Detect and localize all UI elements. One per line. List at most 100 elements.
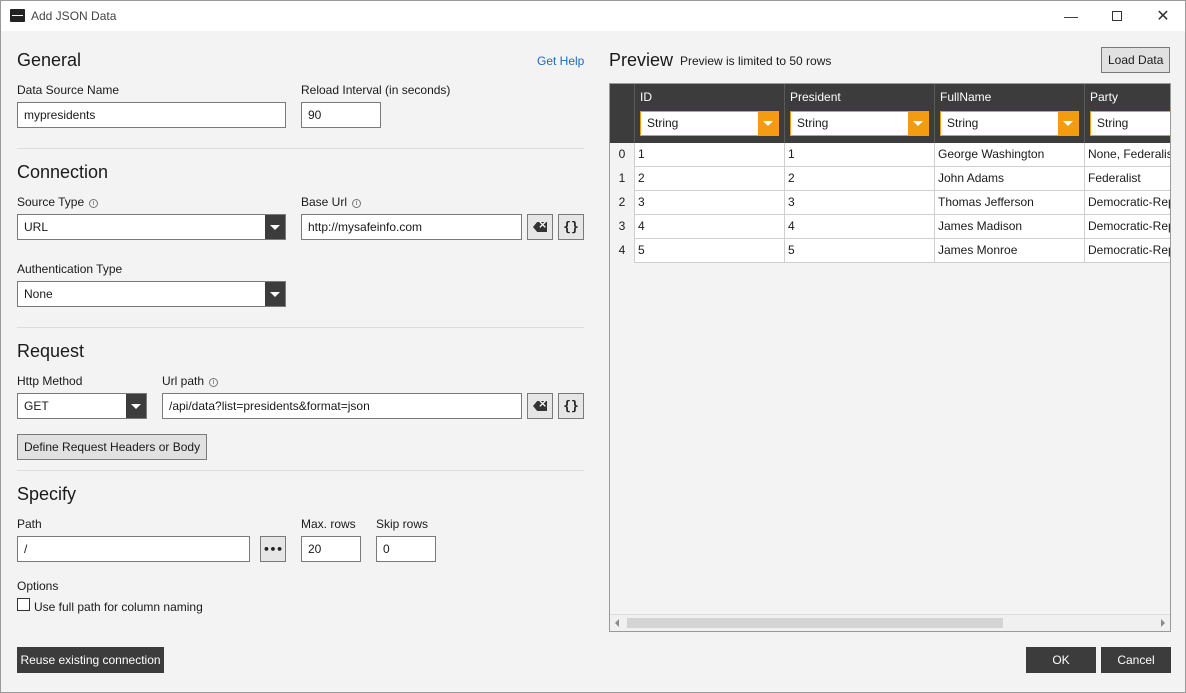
app-logo-icon bbox=[10, 9, 25, 22]
column-header-id: ID String bbox=[634, 84, 784, 143]
reload-interval-label: Reload Interval (in seconds) bbox=[301, 83, 451, 97]
base-url-expression-button[interactable]: {} bbox=[558, 214, 584, 240]
ok-button[interactable]: OK bbox=[1026, 647, 1096, 673]
table-cell: James Madison bbox=[934, 215, 1084, 239]
clear-base-url-button[interactable] bbox=[527, 214, 553, 240]
scroll-left-icon[interactable] bbox=[615, 619, 619, 627]
data-source-name-input[interactable]: mypresidents bbox=[17, 102, 286, 128]
scroll-right-icon[interactable] bbox=[1161, 619, 1165, 627]
column-header-party: Party String bbox=[1084, 84, 1170, 143]
table-cell: 3 bbox=[784, 191, 934, 215]
http-method-label: Http Method bbox=[17, 374, 83, 388]
column-header-president: President String bbox=[784, 84, 934, 143]
table-row[interactable]: 3 4 4 James Madison Democratic-Republica… bbox=[610, 215, 1170, 239]
column-type-select[interactable]: String bbox=[1090, 111, 1170, 136]
data-source-name-label: Data Source Name bbox=[17, 83, 120, 97]
info-icon: i bbox=[352, 199, 362, 208]
divider bbox=[17, 327, 584, 328]
chevron-down-icon bbox=[265, 215, 285, 239]
backspace-icon bbox=[533, 222, 547, 232]
column-name: FullName bbox=[940, 90, 992, 104]
table-row[interactable]: 0 1 1 George Washington None, Federalist bbox=[610, 143, 1170, 167]
braces-icon: {} bbox=[563, 398, 579, 414]
horizontal-scrollbar[interactable] bbox=[610, 614, 1170, 631]
grid-header: ID String President String FullName Stri… bbox=[610, 84, 1170, 143]
clear-url-path-button[interactable] bbox=[527, 393, 553, 419]
backspace-icon bbox=[533, 401, 547, 411]
table-cell: 1 bbox=[784, 143, 934, 167]
url-path-expression-button[interactable]: {} bbox=[558, 393, 584, 419]
authentication-type-label: Authentication Type bbox=[17, 262, 123, 276]
define-request-headers-button[interactable]: Define Request Headers or Body bbox=[17, 434, 208, 460]
source-type-label: Source Type i bbox=[17, 195, 99, 209]
url-path-input[interactable]: /api/data?list=presidents&format=json bbox=[162, 393, 522, 419]
info-icon: i bbox=[209, 378, 219, 387]
row-number: 3 bbox=[610, 215, 634, 239]
window-title: Add JSON Data bbox=[31, 9, 117, 23]
table-cell: 4 bbox=[784, 215, 934, 239]
row-number: 1 bbox=[610, 167, 634, 191]
preview-title: Preview bbox=[609, 50, 674, 70]
reuse-connection-button[interactable]: Reuse existing connection bbox=[17, 647, 164, 673]
minimize-icon[interactable]: — bbox=[1048, 1, 1094, 31]
section-request-title: Request bbox=[17, 341, 85, 361]
table-cell: 2 bbox=[784, 167, 934, 191]
row-number: 4 bbox=[610, 239, 634, 263]
load-data-button[interactable]: Load Data bbox=[1101, 47, 1170, 73]
table-row[interactable]: 2 3 3 Thomas Jefferson Democratic-Republ… bbox=[610, 191, 1170, 215]
dialog-window: Add JSON Data — ✕ General Get Help Data … bbox=[0, 0, 1186, 693]
table-row[interactable]: 4 5 5 James Monroe Democratic-Republican bbox=[610, 239, 1170, 263]
chevron-down-icon bbox=[126, 394, 146, 418]
options-label: Options bbox=[17, 579, 59, 593]
authentication-type-select[interactable]: None bbox=[17, 281, 286, 307]
table-cell: 1 bbox=[634, 143, 784, 167]
column-header-fullname: FullName String bbox=[934, 84, 1084, 143]
close-icon[interactable]: ✕ bbox=[1140, 1, 1186, 31]
source-type-select[interactable]: URL bbox=[17, 214, 286, 240]
more-icon: ••• bbox=[263, 542, 283, 556]
base-url-input[interactable]: http://mysafeinfo.com bbox=[301, 214, 522, 240]
path-label: Path bbox=[17, 517, 42, 531]
table-cell: Thomas Jefferson bbox=[934, 191, 1084, 215]
path-browse-button[interactable]: ••• bbox=[260, 536, 286, 562]
full-path-label[interactable]: Use full path for column naming bbox=[34, 600, 203, 614]
chevron-down-icon bbox=[265, 282, 285, 306]
max-rows-input[interactable]: 20 bbox=[301, 536, 361, 562]
table-cell: None, Federalist bbox=[1084, 143, 1170, 167]
info-icon: i bbox=[89, 199, 99, 208]
section-connection-title: Connection bbox=[17, 162, 109, 182]
table-cell: Democratic-Republican bbox=[1084, 215, 1170, 239]
chevron-down-icon bbox=[908, 112, 928, 135]
chevron-down-icon bbox=[1058, 112, 1078, 135]
table-cell: George Washington bbox=[934, 143, 1084, 167]
chevron-down-icon bbox=[758, 112, 778, 135]
skip-rows-label: Skip rows bbox=[376, 517, 429, 531]
row-number: 0 bbox=[610, 143, 634, 167]
column-type-select[interactable]: String bbox=[640, 111, 779, 136]
table-cell: 5 bbox=[634, 239, 784, 263]
table-cell: 4 bbox=[634, 215, 784, 239]
reload-interval-input[interactable]: 90 bbox=[301, 102, 381, 128]
get-help-link[interactable]: Get Help bbox=[537, 54, 584, 68]
section-general-title: General bbox=[17, 50, 82, 70]
skip-rows-input[interactable]: 0 bbox=[376, 536, 436, 562]
scrollbar-thumb[interactable] bbox=[627, 618, 1003, 628]
maximize-icon[interactable] bbox=[1094, 1, 1140, 31]
full-path-checkbox[interactable] bbox=[17, 598, 30, 611]
section-specify-title: Specify bbox=[17, 484, 77, 504]
column-type-select[interactable]: String bbox=[940, 111, 1079, 136]
table-cell: 3 bbox=[634, 191, 784, 215]
path-input[interactable]: / bbox=[17, 536, 250, 562]
divider bbox=[17, 470, 584, 471]
url-path-label: Url path i bbox=[162, 374, 219, 388]
title-bar: Add JSON Data — ✕ bbox=[1, 1, 1185, 31]
column-type-select[interactable]: String bbox=[790, 111, 929, 136]
column-name: President bbox=[790, 90, 841, 104]
table-cell: 5 bbox=[784, 239, 934, 263]
table-cell: Federalist bbox=[1084, 167, 1170, 191]
http-method-select[interactable]: GET bbox=[17, 393, 147, 419]
row-number: 2 bbox=[610, 191, 634, 215]
divider bbox=[17, 148, 584, 149]
cancel-button[interactable]: Cancel bbox=[1101, 647, 1171, 673]
table-row[interactable]: 1 2 2 John Adams Federalist bbox=[610, 167, 1170, 191]
